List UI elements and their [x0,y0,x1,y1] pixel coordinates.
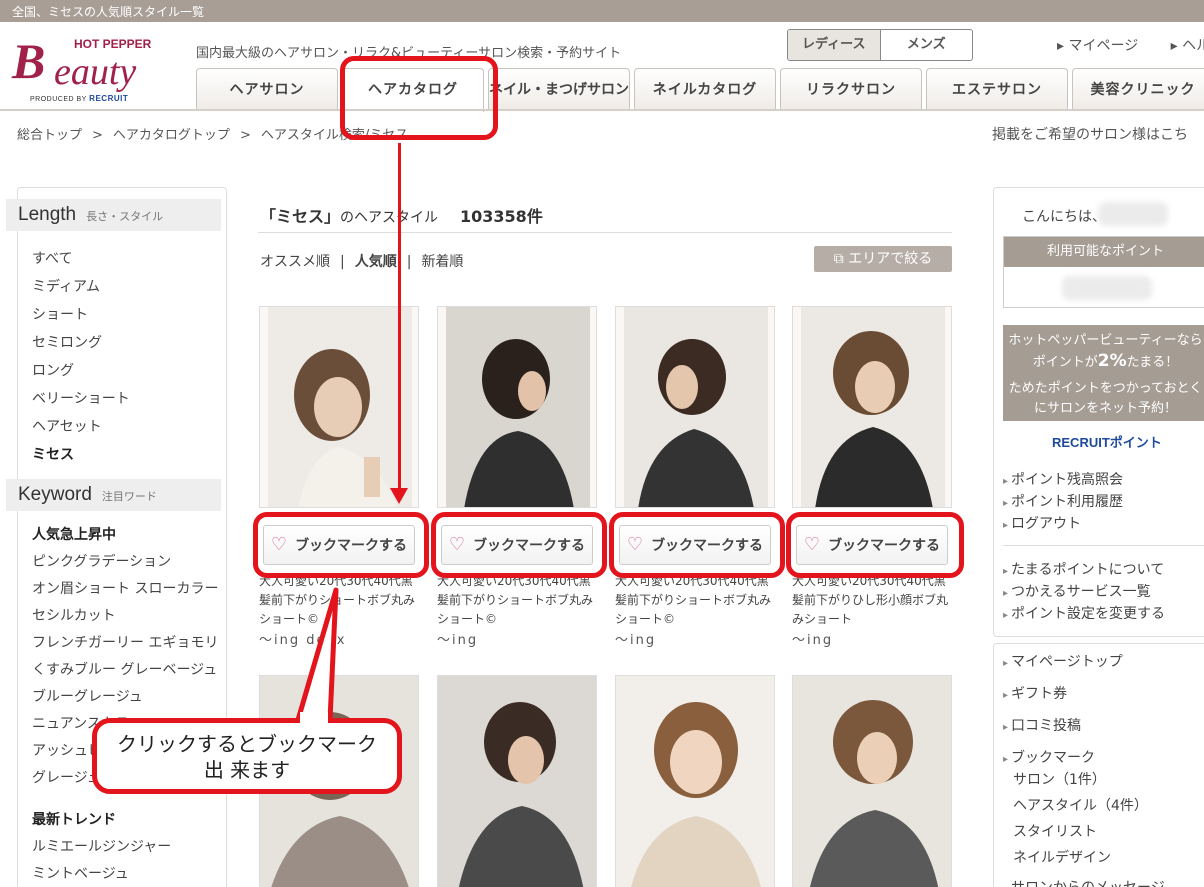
callout-pointer-mask [300,712,328,724]
